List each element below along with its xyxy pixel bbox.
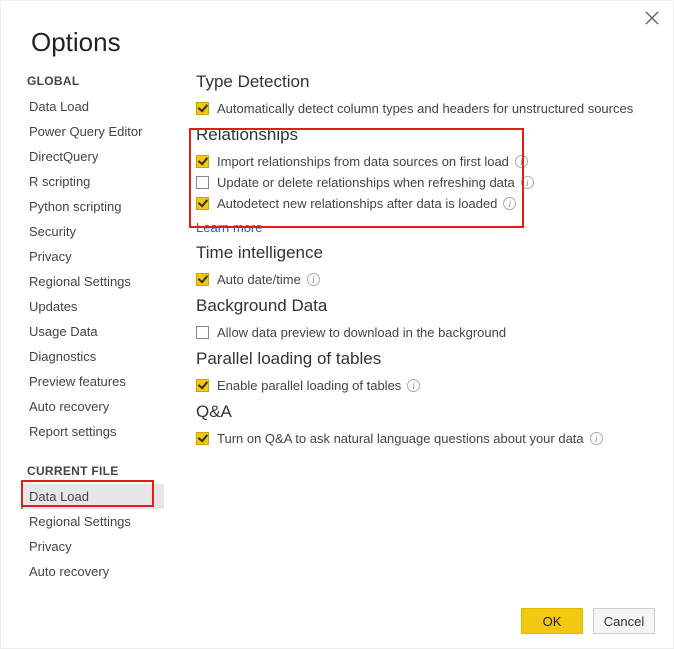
option-row: Allow data preview to download in the ba… <box>196 322 655 343</box>
checkbox[interactable] <box>196 432 209 445</box>
option-row: Auto date/time i <box>196 269 655 290</box>
option-label: Turn on Q&A to ask natural language ques… <box>217 431 584 446</box>
dialog-footer: OK Cancel <box>521 608 655 634</box>
info-icon[interactable]: i <box>407 379 420 392</box>
learn-more-link[interactable]: Learn more <box>196 214 262 237</box>
sidebar-item-privacy[interactable]: Privacy <box>21 534 164 559</box>
checkbox[interactable] <box>196 155 209 168</box>
info-icon[interactable]: i <box>503 197 516 210</box>
checkbox[interactable] <box>196 326 209 339</box>
checkbox[interactable] <box>196 102 209 115</box>
sidebar-item-report-settings[interactable]: Report settings <box>21 419 164 444</box>
option-label: Autodetect new relationships after data … <box>217 196 497 211</box>
group-title-relationships: Relationships <box>196 125 655 145</box>
sidebar-item-privacy[interactable]: Privacy <box>21 244 164 269</box>
sidebar-scroll[interactable]: GLOBAL Data LoadPower Query EditorDirect… <box>21 64 166 594</box>
sidebar-item-directquery[interactable]: DirectQuery <box>21 144 164 169</box>
group-title-background-data: Background Data <box>196 296 655 316</box>
info-icon[interactable]: i <box>590 432 603 445</box>
option-label: Import relationships from data sources o… <box>217 154 509 169</box>
option-label: Enable parallel loading of tables <box>217 378 401 393</box>
info-icon[interactable]: i <box>521 176 534 189</box>
info-icon[interactable]: i <box>515 155 528 168</box>
option-label: Auto date/time <box>217 272 301 287</box>
options-dialog: Options GLOBAL Data LoadPower Query Edit… <box>0 0 674 649</box>
dialog-title: Options <box>1 1 673 64</box>
dialog-body: GLOBAL Data LoadPower Query EditorDirect… <box>1 64 673 594</box>
option-row: Import relationships from data sources o… <box>196 151 655 172</box>
checkbox[interactable] <box>196 176 209 189</box>
option-row: Autodetect new relationships after data … <box>196 193 655 214</box>
sidebar-item-r-scripting[interactable]: R scripting <box>21 169 164 194</box>
sidebar-item-data-load[interactable]: Data Load <box>21 484 164 509</box>
option-row: Enable parallel loading of tables i <box>196 375 655 396</box>
sidebar-item-auto-recovery[interactable]: Auto recovery <box>21 394 164 419</box>
sidebar-item-preview-features[interactable]: Preview features <box>21 369 164 394</box>
sidebar-section-global: GLOBAL <box>21 64 164 94</box>
group-title-q-a: Q&A <box>196 402 655 422</box>
sidebar-item-auto-recovery[interactable]: Auto recovery <box>21 559 164 584</box>
sidebar-item-regional-settings[interactable]: Regional Settings <box>21 269 164 294</box>
sidebar: GLOBAL Data LoadPower Query EditorDirect… <box>21 64 166 594</box>
cancel-button[interactable]: Cancel <box>593 608 655 634</box>
sidebar-item-updates[interactable]: Updates <box>21 294 164 319</box>
sidebar-section-current: CURRENT FILE <box>21 454 164 484</box>
option-row: Turn on Q&A to ask natural language ques… <box>196 428 655 449</box>
content-pane[interactable]: Type Detection Automatically detect colum… <box>166 64 673 594</box>
option-label: Automatically detect column types and he… <box>217 101 633 116</box>
option-row: Update or delete relationships when refr… <box>196 172 655 193</box>
ok-button[interactable]: OK <box>521 608 583 634</box>
info-icon[interactable]: i <box>307 273 320 286</box>
sidebar-item-regional-settings[interactable]: Regional Settings <box>21 509 164 534</box>
option-row: Automatically detect column types and he… <box>196 98 655 119</box>
sidebar-item-security[interactable]: Security <box>21 219 164 244</box>
group-title-time-intelligence: Time intelligence <box>196 243 655 263</box>
sidebar-item-python-scripting[interactable]: Python scripting <box>21 194 164 219</box>
group-title-type-detection: Type Detection <box>196 72 655 92</box>
checkbox[interactable] <box>196 273 209 286</box>
sidebar-item-diagnostics[interactable]: Diagnostics <box>21 344 164 369</box>
sidebar-item-power-query-editor[interactable]: Power Query Editor <box>21 119 164 144</box>
group-title-parallel-loading-of-tables: Parallel loading of tables <box>196 349 655 369</box>
checkbox[interactable] <box>196 197 209 210</box>
sidebar-item-data-load[interactable]: Data Load <box>21 94 164 119</box>
option-label: Update or delete relationships when refr… <box>217 175 515 190</box>
option-label: Allow data preview to download in the ba… <box>217 325 506 340</box>
close-icon[interactable] <box>645 11 659 30</box>
checkbox[interactable] <box>196 379 209 392</box>
sidebar-item-usage-data[interactable]: Usage Data <box>21 319 164 344</box>
